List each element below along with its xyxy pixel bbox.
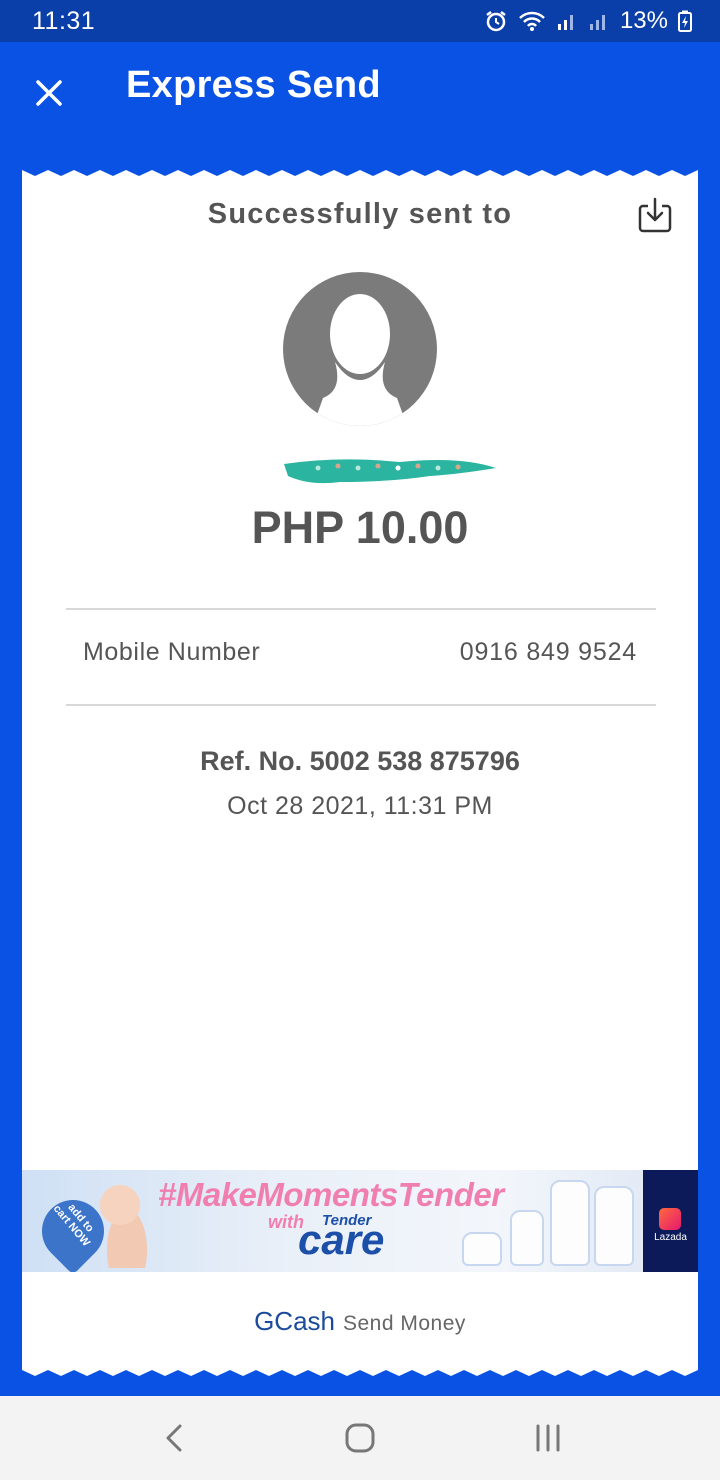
recent-apps-icon	[536, 1424, 560, 1452]
lazada-logo-icon	[659, 1208, 681, 1230]
home-button[interactable]	[340, 1418, 380, 1458]
close-icon	[36, 80, 62, 106]
success-heading: Successfully sent to	[207, 198, 513, 230]
ad-product-image	[550, 1180, 590, 1266]
ad-product-image	[594, 1186, 634, 1266]
wifi-icon	[518, 10, 546, 32]
system-nav-bar	[0, 1396, 720, 1480]
receipt-card: Successfully sent to PHP 10.00 Mobile Nu…	[22, 160, 698, 1376]
zigzag-edge-top	[22, 160, 698, 176]
gcash-logo-text: GCash	[254, 1306, 335, 1336]
reference-number: Ref. No. 5002 538 875796	[200, 746, 520, 776]
footer-branding: GCash Send Money	[22, 1306, 698, 1337]
ad-brand: care	[298, 1216, 385, 1263]
app-header: Express Send	[0, 42, 720, 138]
footer-tagline: Send Money	[343, 1312, 466, 1335]
ad-baby-image	[92, 1178, 162, 1268]
download-icon	[638, 197, 672, 233]
download-button[interactable]	[636, 196, 674, 234]
status-time: 11:31	[32, 6, 96, 35]
amount-sent: PHP 10.00	[251, 502, 469, 553]
ad-hashtag: #MakeMomentsTender	[158, 1176, 504, 1213]
signal-icon	[556, 10, 578, 32]
ad-partner-badge: Lazada	[643, 1170, 698, 1272]
ad-partner-name: Lazada	[654, 1232, 687, 1243]
page-title: Express Send	[126, 64, 381, 106]
close-button[interactable]	[30, 74, 68, 112]
ad-banner[interactable]: add to cart NOW #MakeMomentsTender with …	[22, 1170, 698, 1272]
redacted-recipient-name	[284, 459, 496, 484]
divider	[66, 608, 656, 610]
back-icon	[166, 1424, 182, 1452]
divider	[66, 704, 656, 706]
status-icons: 13%	[484, 7, 692, 35]
battery-percent: 13%	[619, 7, 668, 34]
home-icon	[345, 1423, 375, 1453]
status-bar: 11:31 13%	[0, 0, 720, 42]
avatar	[283, 272, 437, 426]
transaction-datetime: Oct 28 2021, 11:31 PM	[227, 792, 493, 820]
recent-apps-button[interactable]	[528, 1418, 568, 1458]
back-button[interactable]	[154, 1418, 194, 1458]
ad-product-image	[510, 1210, 544, 1266]
signal-icon	[588, 10, 610, 32]
alarm-icon	[484, 9, 508, 33]
mobile-number-value: 0916 849 9524	[459, 638, 637, 666]
user-silhouette-icon	[313, 294, 407, 426]
ad-product-image	[462, 1232, 502, 1266]
mobile-number-label: Mobile Number	[83, 638, 261, 666]
zigzag-edge-bottom	[22, 1370, 698, 1376]
battery-charging-icon	[678, 10, 692, 32]
